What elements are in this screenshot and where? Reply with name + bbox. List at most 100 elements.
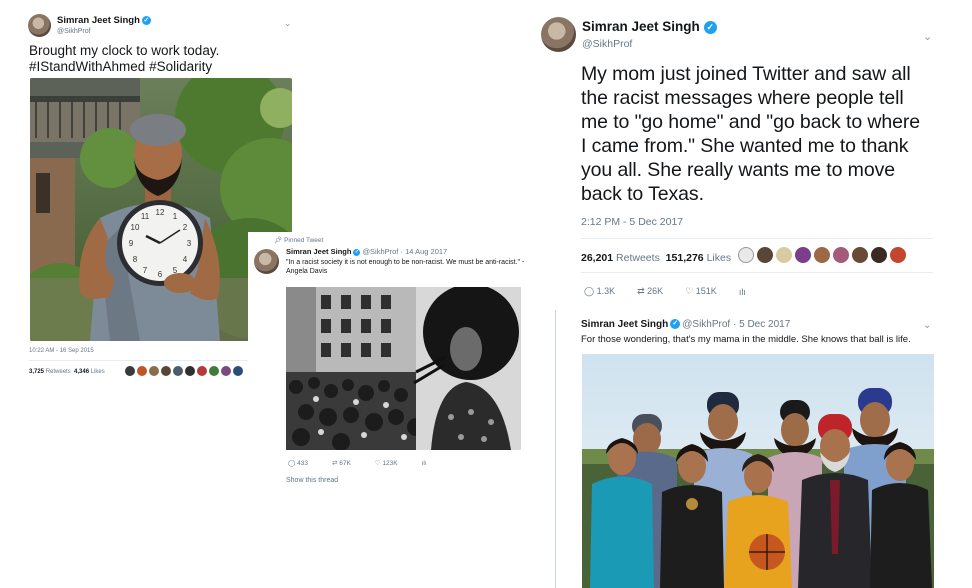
like-icon: ♡ bbox=[685, 286, 694, 296]
retweet-label[interactable]: Retweets bbox=[46, 369, 71, 375]
pinned-indicator: 📌︎ Pinned Tweet bbox=[274, 236, 323, 244]
author-handle[interactable]: @SikhProf bbox=[582, 38, 632, 50]
liker-avatar[interactable] bbox=[757, 247, 773, 263]
avatar[interactable] bbox=[254, 249, 279, 274]
author-name[interactable]: Simran Jeet Singh bbox=[286, 247, 351, 256]
author-name-text[interactable]: Simran Jeet Singh bbox=[582, 19, 700, 34]
like-button[interactable]: ♡ 151K bbox=[685, 286, 717, 297]
retweet-count: 67K bbox=[339, 460, 351, 467]
tweet-photo[interactable] bbox=[286, 287, 521, 450]
avatar[interactable] bbox=[541, 17, 576, 52]
reply-count: 433 bbox=[297, 460, 308, 467]
clock-numeral: 3 bbox=[187, 239, 192, 248]
like-label[interactable]: Likes bbox=[707, 252, 732, 264]
author-name[interactable]: Simran Jeet Singh bbox=[581, 319, 668, 330]
like-count[interactable]: 151,276 bbox=[666, 252, 704, 264]
reply-count: 1.3K bbox=[596, 286, 616, 296]
like-count: 151K bbox=[695, 286, 717, 296]
analytics-icon: ılı bbox=[738, 286, 746, 297]
liker-avatar[interactable] bbox=[197, 366, 207, 376]
tweet-header: Simran Jeet Singh ✓ @SikhProf · 14 Aug 201… bbox=[286, 247, 447, 256]
clock-numeral: 1 bbox=[173, 212, 178, 221]
analytics-button[interactable]: ılı bbox=[422, 460, 427, 467]
liker-avatar[interactable] bbox=[173, 366, 183, 376]
tweet-family: Simran Jeet Singh ✓ @SikhProf · 5 Dec 2017… bbox=[528, 310, 948, 588]
hashtags[interactable]: #IStandWithAhmed #Solidarity bbox=[29, 59, 289, 75]
tweet-stats: 26,201 Retweets 151,276 Likes bbox=[581, 251, 751, 265]
liker-avatar[interactable] bbox=[161, 366, 171, 376]
separator-dot: · bbox=[400, 247, 404, 256]
author-handle[interactable]: @SikhProf bbox=[362, 247, 398, 256]
verified-badge-icon: ✓ bbox=[703, 20, 717, 34]
tweet-timestamp[interactable]: 10:22 AM - 16 Sep 2015 bbox=[29, 348, 94, 354]
liker-avatar[interactable] bbox=[814, 247, 830, 263]
retweet-button[interactable]: ⇄ 67K bbox=[332, 459, 351, 467]
liker-avatar[interactable] bbox=[795, 247, 811, 263]
avatar[interactable] bbox=[28, 14, 51, 37]
clock-numeral: 7 bbox=[143, 266, 148, 275]
pin-icon: 📌︎ bbox=[274, 237, 283, 244]
tweet-text-line: you all. She really wants me to move bbox=[581, 159, 895, 181]
like-label[interactable]: Likes bbox=[91, 369, 105, 375]
clock-numeral: 9 bbox=[129, 239, 134, 248]
tweet-pinned: 📌︎ Pinned Tweet Simran Jeet Singh ✓ @SikhP… bbox=[248, 232, 558, 492]
liker-avatar[interactable] bbox=[209, 366, 219, 376]
liker-avatar[interactable] bbox=[149, 366, 159, 376]
liker-avatar[interactable] bbox=[890, 247, 906, 263]
analytics-button[interactable]: ılı bbox=[739, 287, 746, 297]
tweet-text: Brought my clock to work today. #IStandW… bbox=[29, 43, 289, 75]
clock-numeral: 2 bbox=[183, 223, 188, 232]
clock-numeral: 12 bbox=[156, 208, 165, 217]
retweet-icon: ⇄ bbox=[331, 460, 338, 467]
liker-avatar[interactable] bbox=[738, 247, 754, 263]
like-icon: ♡ bbox=[374, 460, 381, 467]
like-count[interactable]: 4,346 bbox=[74, 369, 89, 375]
liker-avatar[interactable] bbox=[871, 247, 887, 263]
tweet-text-line: me to "go home" and "go back to where bbox=[581, 111, 921, 133]
reply-icon: ◯ bbox=[288, 460, 296, 467]
tweet-timestamp[interactable]: 2:12 PM - 5 Dec 2017 bbox=[581, 216, 683, 228]
liker-avatar[interactable] bbox=[776, 247, 792, 263]
reply-button[interactable]: ◯ 433 bbox=[288, 459, 308, 467]
pinned-label: Pinned Tweet bbox=[284, 237, 324, 244]
liker-avatar[interactable] bbox=[125, 366, 135, 376]
liker-avatar[interactable] bbox=[233, 366, 243, 376]
liker-avatar[interactable] bbox=[185, 366, 195, 376]
tweet-text-line: I came from." She wanted me to thank bbox=[581, 135, 909, 157]
author-handle[interactable]: @SikhProf bbox=[57, 28, 91, 35]
tweet-photo[interactable] bbox=[582, 354, 934, 588]
tweet-stats: 3,725 Retweets 4,346 Likes bbox=[29, 369, 105, 375]
like-count: 123K bbox=[382, 460, 398, 467]
retweet-label[interactable]: Retweets bbox=[616, 252, 660, 264]
liker-avatars bbox=[125, 366, 243, 376]
analytics-icon: ılı bbox=[421, 459, 427, 467]
tweet-text: "In a racist society it is not enough to… bbox=[286, 258, 558, 276]
author-name-text[interactable]: Simran Jeet Singh bbox=[57, 15, 140, 26]
tweet-mom: Simran Jeet Singh ✓ @SikhProf ⌄ My mom ju… bbox=[528, 0, 948, 310]
retweet-count[interactable]: 26,201 bbox=[581, 252, 613, 264]
retweet-button[interactable]: ⇄ 26K bbox=[637, 286, 663, 297]
liker-avatar[interactable] bbox=[852, 247, 868, 263]
retweet-count[interactable]: 3,725 bbox=[29, 369, 44, 375]
clock-numeral: 4 bbox=[183, 255, 188, 264]
retweet-count: 26K bbox=[647, 286, 664, 296]
author-name[interactable]: Simran Jeet Singh ✓ bbox=[582, 19, 717, 34]
chevron-down-icon[interactable]: ⌄ bbox=[284, 18, 292, 29]
liker-avatar[interactable] bbox=[221, 366, 231, 376]
author-name[interactable]: Simran Jeet Singh ✓ bbox=[57, 15, 151, 26]
clock-numeral: 6 bbox=[158, 270, 163, 279]
author-handle[interactable]: @SikhProf bbox=[682, 319, 730, 330]
chevron-down-icon[interactable]: ⌄ bbox=[923, 320, 931, 331]
like-button[interactable]: ♡ 123K bbox=[375, 459, 398, 467]
tweet-date[interactable]: 14 Aug 2017 bbox=[405, 247, 447, 256]
chevron-down-icon[interactable]: ⌄ bbox=[923, 30, 932, 43]
tweet-text-line: "In a racist society it is not enough to… bbox=[286, 259, 525, 266]
tweet-date[interactable]: 5 Dec 2017 bbox=[739, 319, 790, 330]
clock-numeral: 8 bbox=[133, 255, 138, 264]
reply-button[interactable]: ◯ 1.3K bbox=[584, 286, 615, 297]
liker-avatar[interactable] bbox=[137, 366, 147, 376]
liker-avatar[interactable] bbox=[833, 247, 849, 263]
tweet-text-line: the racist messages where people tell bbox=[581, 87, 904, 109]
verified-badge-icon: ✓ bbox=[141, 15, 151, 25]
show-thread-link[interactable]: Show this thread bbox=[286, 477, 338, 484]
